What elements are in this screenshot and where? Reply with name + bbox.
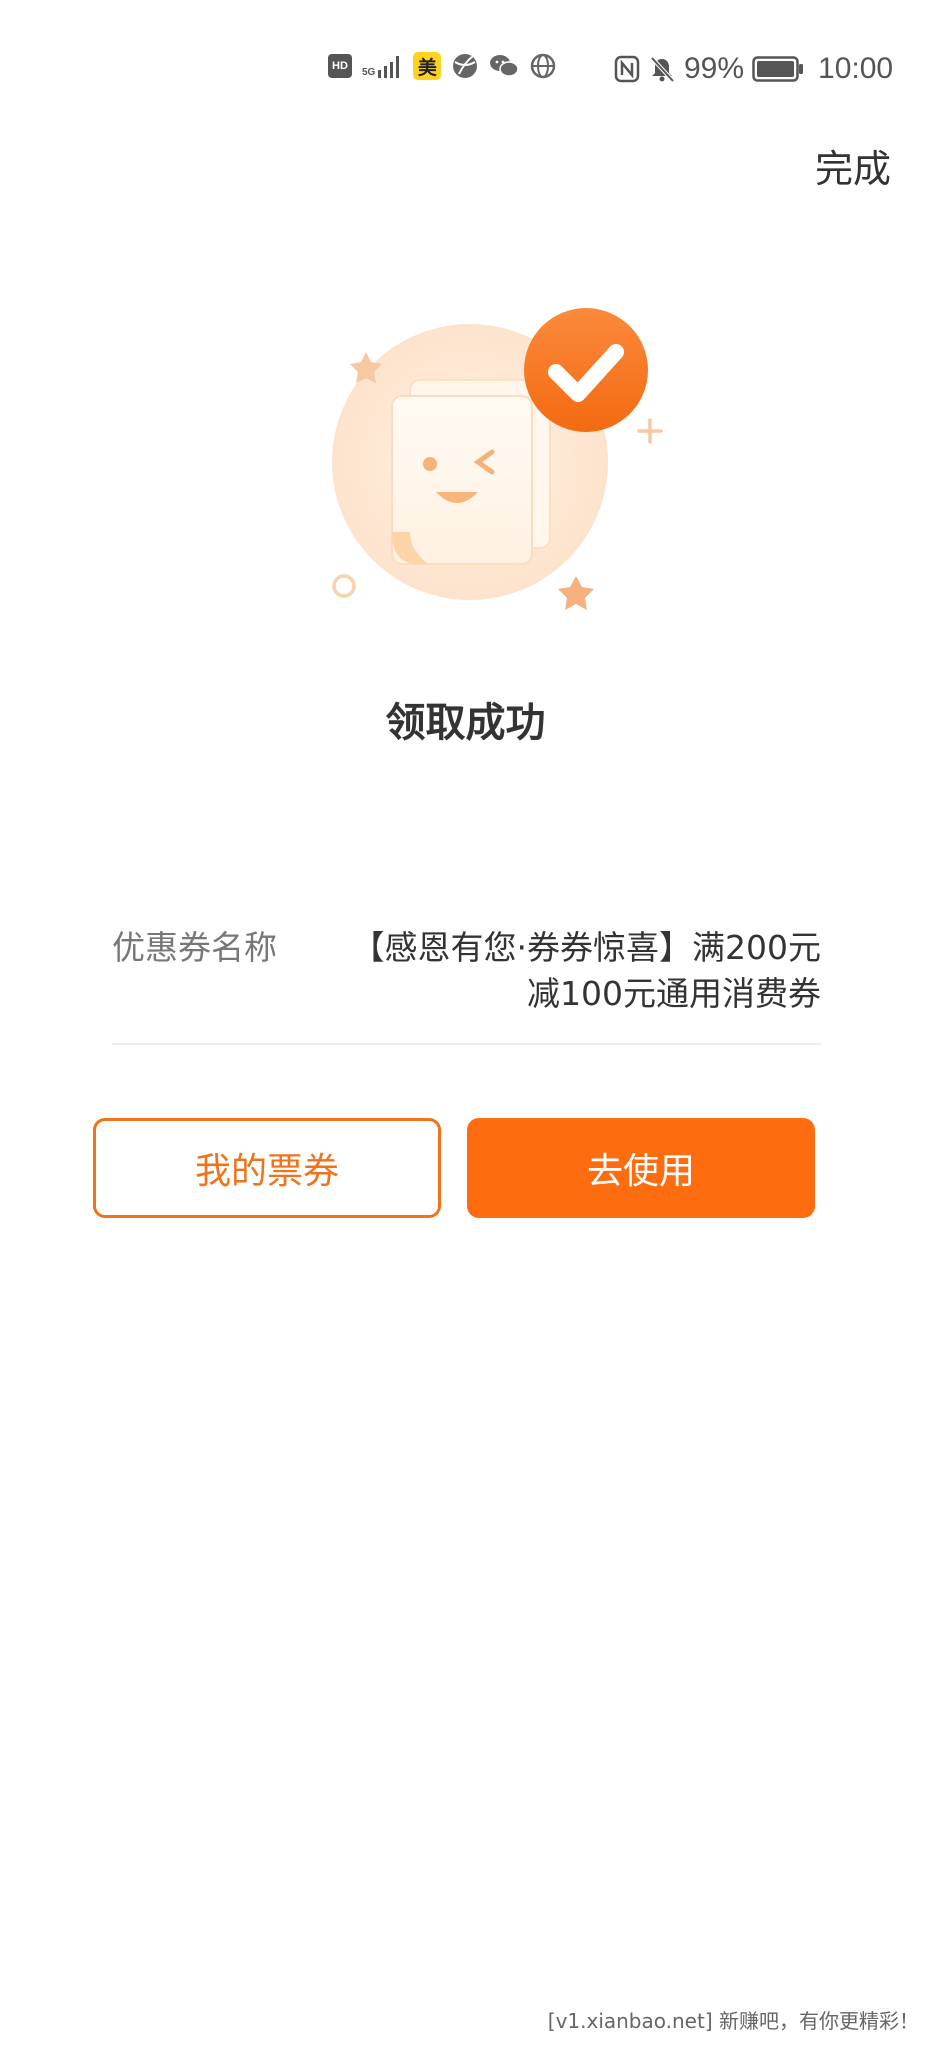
battery-percent: 99% (684, 52, 745, 85)
network-type-label: 5G (362, 67, 376, 78)
nfc-icon (614, 55, 640, 83)
meituan-app-icon: 美 (413, 52, 442, 80)
success-illustration (318, 300, 668, 620)
wechat-icon (490, 55, 520, 77)
done-button[interactable]: 完成 (815, 138, 891, 193)
signal-bars-icon (378, 56, 400, 78)
my-tickets-button[interactable]: 我的票券 (93, 1118, 441, 1218)
mute-bell-icon (650, 56, 675, 83)
success-title: 领取成功 (385, 700, 546, 746)
coupon-name-label: 优惠券名称 (112, 928, 277, 967)
ball-app-icon (453, 54, 478, 78)
coupon-success-icon (332, 308, 663, 610)
coupon-info-row: 优惠券名称 【感恩有您·券券惊喜】满200元减100元通用消费券 (112, 925, 821, 1045)
globe-icon (531, 53, 556, 79)
signal-icon: 5G (362, 54, 403, 78)
footer-watermark: [v1.xianbao.net] 新赚吧，有你更精彩！ (547, 2009, 919, 2033)
status-bar: HD 5G 美 99% 10:00 (0, 44, 931, 94)
status-icons-left: HD 5G 美 (328, 52, 557, 80)
use-coupon-button[interactable]: 去使用 (467, 1118, 815, 1218)
status-icons-right: 99% 10:00 (614, 52, 893, 86)
coupon-name-value: 【感恩有您·券券惊喜】满200元减100元通用消费券 (351, 928, 821, 1013)
battery-icon (752, 56, 804, 82)
hd-icon: HD (328, 54, 352, 78)
clock-time: 10:00 (818, 52, 894, 85)
